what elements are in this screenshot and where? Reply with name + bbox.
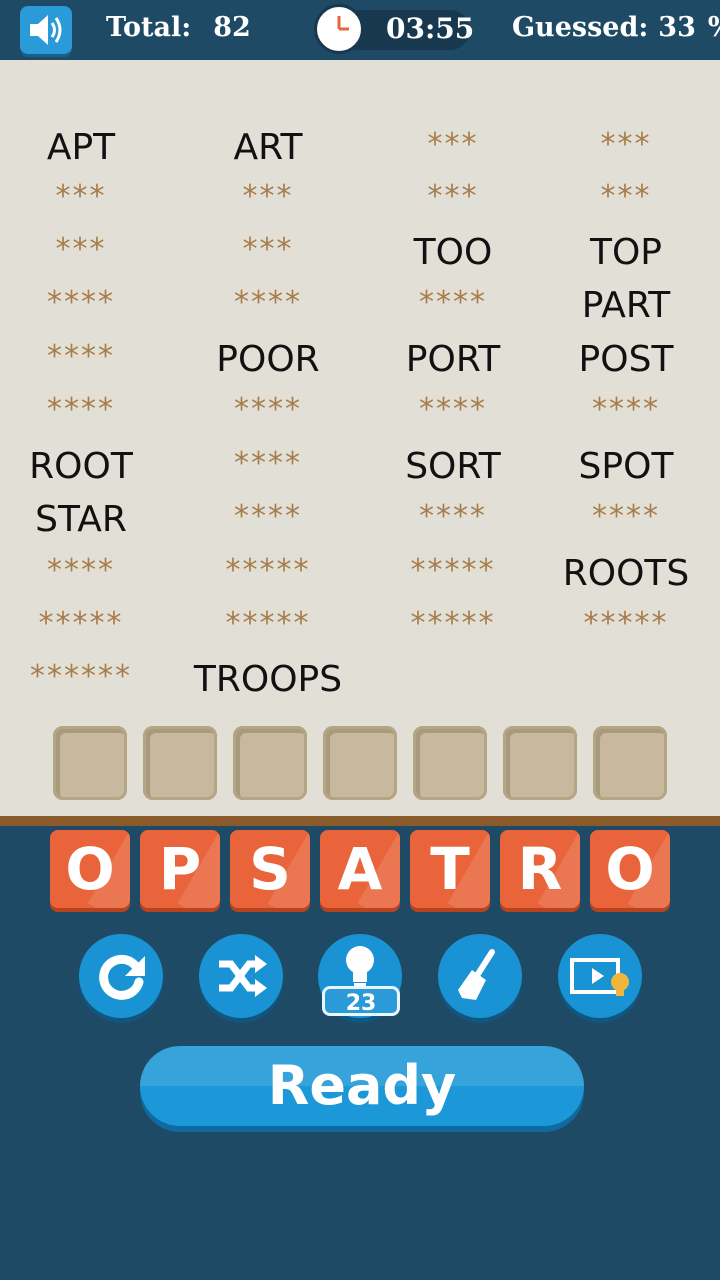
guessed-value: 33 [658, 12, 696, 43]
answer-slot[interactable] [503, 726, 577, 800]
word-slot: ***** [410, 606, 496, 641]
word-slot: *** [427, 127, 479, 162]
word-slot: **** [47, 285, 115, 320]
shuffle-icon [219, 955, 267, 997]
word-slot: ART [233, 127, 303, 168]
video-hint-button[interactable] [558, 934, 642, 1018]
guessed-label: Guessed: [512, 12, 649, 43]
guessed-display: Guessed: 33% [512, 12, 720, 43]
word-slot: **** [234, 285, 302, 320]
answer-slot[interactable] [323, 726, 397, 800]
board-border [0, 816, 720, 826]
word-slot: *** [600, 179, 652, 214]
word-slot: *** [55, 179, 107, 214]
word-slot: *** [600, 127, 652, 162]
word-slot: ***** [225, 553, 311, 588]
letter-tile[interactable]: S [230, 830, 310, 908]
word-slot: **** [47, 553, 115, 588]
restart-button[interactable] [79, 934, 163, 1018]
total-display: Total: 82 [106, 12, 251, 43]
word-slot: PART [581, 285, 671, 326]
word-board [0, 60, 720, 816]
word-slot: ***** [583, 606, 669, 641]
answer-slot[interactable] [233, 726, 307, 800]
letter-tile[interactable]: R [500, 830, 580, 908]
word-slot: **** [234, 446, 302, 481]
word-slot: ROOT [29, 446, 133, 487]
word-slot: TROOPS [193, 659, 343, 700]
letter-tile[interactable]: T [410, 830, 490, 908]
word-slot: ROOTS [562, 553, 690, 594]
clock-icon [314, 4, 364, 54]
word-slot: *** [242, 232, 294, 267]
word-slot: STAR [35, 499, 127, 540]
answer-slot[interactable] [143, 726, 217, 800]
word-slot: *** [242, 179, 294, 214]
word-slot: **** [234, 392, 302, 427]
ready-button[interactable]: Ready [140, 1046, 584, 1126]
letter-tile[interactable]: P [140, 830, 220, 908]
word-slot: TOO [413, 232, 493, 273]
word-slot: **** [419, 392, 487, 427]
word-slot: POOR [216, 339, 320, 380]
sound-button[interactable] [20, 6, 72, 54]
word-slot: ****** [30, 659, 132, 694]
restart-icon [99, 954, 145, 1000]
word-slot: **** [47, 339, 115, 374]
word-slot: **** [419, 285, 487, 320]
shuffle-button[interactable] [199, 934, 283, 1018]
letter-tile[interactable]: A [320, 830, 400, 908]
total-label: Total: [106, 12, 192, 43]
word-slot: **** [592, 392, 660, 427]
timer-value: 03:55 [386, 12, 475, 45]
word-slot: SORT [405, 446, 501, 487]
word-slot: ***** [225, 606, 311, 641]
hint-count-badge: 23 [322, 986, 400, 1016]
word-slot: *** [427, 179, 479, 214]
total-value: 82 [213, 12, 251, 43]
letter-tile[interactable]: O [50, 830, 130, 908]
video-hint-icon [570, 958, 629, 996]
word-slot: ***** [38, 606, 124, 641]
word-slot: *** [55, 232, 107, 267]
word-slot: POST [578, 339, 674, 380]
word-slot: **** [47, 392, 115, 427]
answer-slot[interactable] [53, 726, 127, 800]
word-slot: PORT [405, 339, 501, 380]
word-slot: **** [234, 499, 302, 534]
word-slot: TOP [589, 232, 663, 273]
word-slot: **** [419, 499, 487, 534]
word-slot: APT [46, 127, 116, 168]
answer-slot[interactable] [413, 726, 487, 800]
word-slot: SPOT [578, 446, 674, 487]
clear-button[interactable] [438, 934, 522, 1018]
speaker-icon [30, 15, 62, 45]
letter-tile[interactable]: O [590, 830, 670, 908]
guessed-unit: % [708, 12, 720, 43]
word-slot: ***** [410, 553, 496, 588]
word-slot: **** [592, 499, 660, 534]
broom-icon [458, 949, 495, 1000]
answer-slot[interactable] [593, 726, 667, 800]
